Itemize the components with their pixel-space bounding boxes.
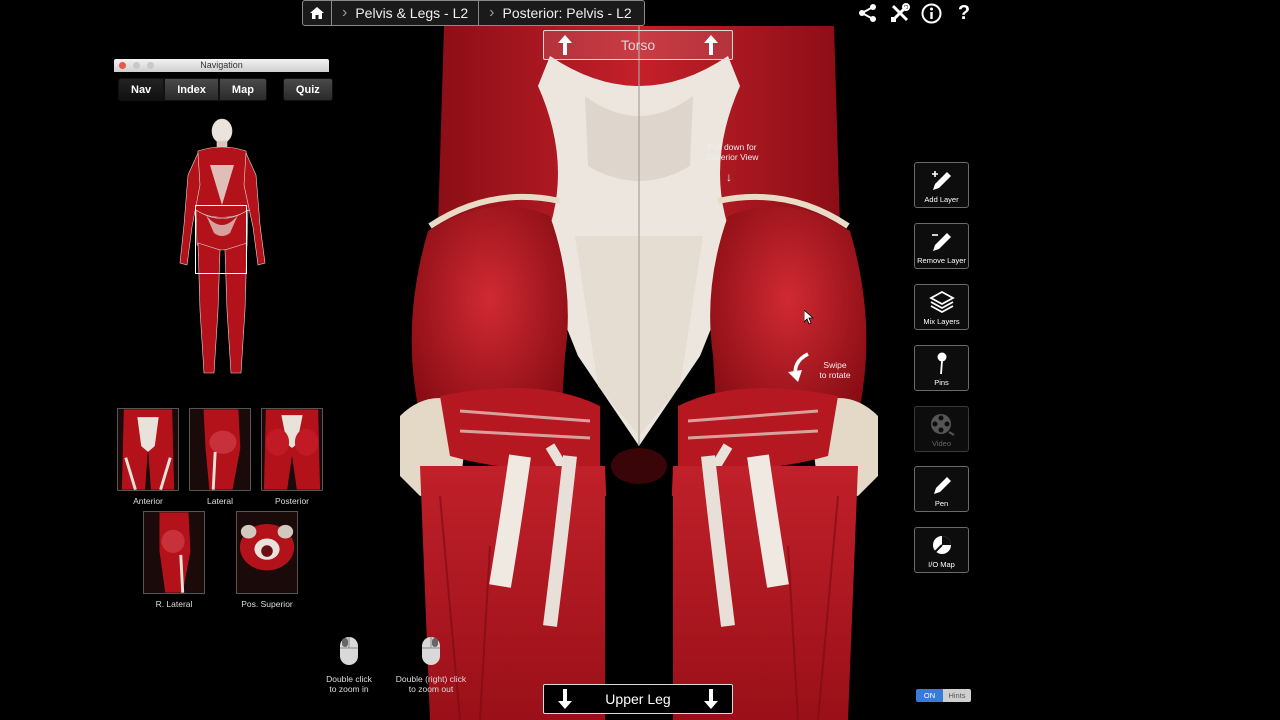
info-button[interactable] — [920, 2, 942, 24]
share-button[interactable] — [857, 2, 879, 24]
navigate-torso-button[interactable]: Torso — [543, 30, 733, 60]
superior-view-hint: Pull down for Superior View — [705, 142, 759, 162]
hints-label: Hints — [943, 689, 971, 702]
view-label: Anterior — [133, 496, 163, 506]
video-button[interactable]: Video — [914, 406, 969, 452]
mix-layers-button[interactable]: Mix Layers — [914, 284, 969, 330]
arrow-up-icon — [703, 35, 718, 55]
zoom-out-hint: Double (right) click to zoom out — [388, 636, 474, 694]
mouse-cursor-icon — [804, 310, 814, 325]
swipe-rotate-hint: Swipe to rotate — [819, 360, 851, 380]
zoom-icon[interactable] — [147, 62, 154, 69]
posterior-thumbnail-image — [261, 408, 323, 491]
panel-title: Navigation — [200, 60, 243, 70]
minimize-icon[interactable] — [133, 62, 140, 69]
panel-tabs: Nav Index Map Quiz — [118, 78, 333, 101]
chevron-right-icon: › — [489, 4, 495, 21]
lateral-thumbnail-image — [189, 408, 251, 491]
view-thumbnail-anterior[interactable]: Anterior — [117, 408, 179, 506]
arrow-down-icon — [558, 689, 572, 709]
view-thumbnail-r-lateral[interactable]: R. Lateral — [143, 511, 205, 609]
hints-on-label: ON — [916, 689, 943, 702]
info-icon — [921, 3, 941, 23]
arrow-down-icon — [703, 689, 718, 709]
zoom-in-text: Double click to zoom in — [326, 674, 372, 694]
remove-layer-button[interactable]: Remove Layer — [914, 223, 969, 269]
breadcrumb-item-posterior-pelvis[interactable]: › Posterior: Pelvis - L2 — [479, 0, 645, 26]
tab-index[interactable]: Index — [164, 78, 219, 101]
layers-icon — [928, 290, 955, 314]
add-layer-icon — [931, 171, 951, 190]
pins-button[interactable]: Pins — [914, 345, 969, 391]
view-label: Pos. Superior — [241, 599, 293, 609]
tools-button[interactable] — [889, 2, 911, 24]
torso-label: Torso — [620, 37, 656, 53]
selected-region-indicator — [195, 205, 247, 274]
pen-button[interactable]: Pen — [914, 466, 969, 512]
share-icon — [859, 4, 876, 22]
breadcrumb-item-pelvis-legs[interactable]: › Pelvis & Legs - L2 — [332, 0, 480, 26]
hints-toggle[interactable]: ON Hints — [916, 689, 971, 702]
view-label: Lateral — [207, 496, 233, 506]
navigation-panel-titlebar[interactable]: Navigation — [114, 59, 329, 72]
navigate-upper-leg-button[interactable]: Upper Leg — [543, 684, 733, 714]
zoom-out-text: Double (right) click to zoom out — [395, 674, 467, 694]
pos-superior-thumbnail-image — [236, 511, 298, 594]
r-lateral-thumbnail-image — [143, 511, 205, 594]
view-thumbnail-posterior[interactable]: Posterior — [261, 408, 323, 506]
breadcrumb: › Pelvis & Legs - L2 › Posterior: Pelvis… — [302, 0, 645, 26]
io-map-icon — [932, 536, 951, 554]
breadcrumb-label: Posterior: Pelvis - L2 — [502, 5, 632, 21]
zoom-in-hint: Double click to zoom in — [318, 636, 380, 694]
film-reel-icon — [930, 414, 955, 436]
pen-icon — [933, 477, 951, 494]
arrow-down-icon: ↓ — [726, 170, 732, 184]
remove-layer-icon — [931, 233, 951, 251]
view-thumbnail-lateral[interactable]: Lateral — [189, 408, 251, 506]
close-icon[interactable] — [119, 62, 126, 69]
view-label: R. Lateral — [155, 599, 193, 609]
home-icon — [310, 7, 324, 19]
tool-label: Add Layer — [924, 195, 959, 204]
add-layer-button[interactable]: Add Layer — [914, 162, 969, 208]
tool-label: Mix Layers — [923, 317, 960, 326]
mouse-left-click-icon — [340, 637, 358, 665]
anterior-thumbnail-image — [117, 408, 179, 491]
arrow-up-icon — [558, 35, 572, 55]
mouse-right-click-icon — [422, 637, 440, 665]
breadcrumb-label: Pelvis & Legs - L2 — [355, 5, 469, 21]
tool-label: Pen — [934, 499, 949, 508]
tool-label: Video — [931, 439, 952, 448]
help-icon: ? — [957, 1, 971, 24]
view-thumbnail-pos-superior[interactable]: Pos. Superior — [236, 511, 298, 609]
chevron-right-icon: › — [342, 4, 348, 21]
tab-nav[interactable]: Nav — [118, 78, 165, 101]
upper-leg-label: Upper Leg — [605, 691, 671, 707]
tab-quiz[interactable]: Quiz — [282, 78, 333, 101]
tool-label: Remove Layer — [917, 256, 966, 265]
home-button[interactable] — [302, 0, 332, 26]
io-map-button[interactable]: I/O Map — [914, 527, 969, 573]
tool-label: Pins — [934, 378, 949, 387]
view-label: Posterior — [274, 496, 309, 506]
swipe-rotate-icon — [788, 352, 809, 382]
tool-label: I/O Map — [928, 560, 955, 569]
tab-map[interactable]: Map — [218, 78, 267, 101]
tools-icon — [891, 3, 910, 22]
help-button[interactable]: ? — [953, 2, 975, 24]
pin-icon — [937, 352, 946, 375]
